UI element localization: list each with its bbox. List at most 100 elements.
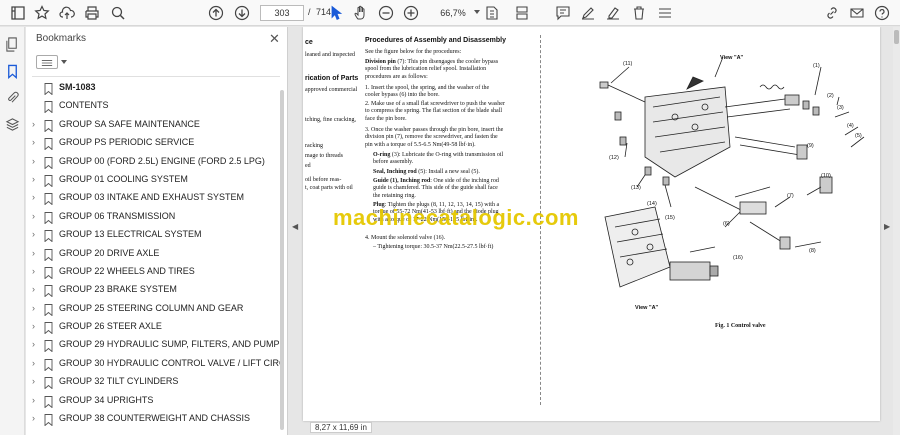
select-cursor-icon[interactable]: [326, 3, 346, 23]
chevron-right-icon[interactable]: ›: [32, 376, 35, 386]
comment-icon[interactable]: [553, 3, 573, 23]
seal-text: (5): Install a new seal (5).: [416, 169, 480, 175]
bookmark-panel-icon[interactable]: [5, 64, 21, 80]
zoom-in-icon[interactable]: [401, 3, 421, 23]
document-viewport[interactable]: ◀ ▶ ce leaned and inspected rication of …: [289, 27, 900, 435]
left-col-text: tching, fine cracking,: [305, 117, 356, 123]
left-col-text: oil before reas-: [305, 177, 342, 183]
chevron-right-icon[interactable]: ›: [32, 192, 35, 202]
chevron-down-icon[interactable]: [61, 60, 67, 64]
bookmark-icon: [44, 229, 53, 243]
chevron-right-icon[interactable]: ›: [32, 137, 35, 147]
chevron-right-icon[interactable]: ›: [32, 395, 35, 405]
chevron-right-icon[interactable]: ›: [32, 284, 35, 294]
pages-thumbnail-icon[interactable]: [5, 37, 21, 53]
bookmark-label: GROUP 26 STEER AXLE: [59, 321, 162, 332]
bookmark-item[interactable]: › GROUP 00 (FORD 2.5L) ENGINE (FORD 2.5 L…: [26, 153, 282, 171]
bookmark-label: GROUP 01 COOLING SYSTEM: [59, 173, 188, 184]
document-scrollbar[interactable]: [893, 27, 900, 435]
bookmark-icon: [44, 174, 53, 188]
bookmark-item[interactable]: › GROUP 32 TILT CYLINDERS: [26, 373, 282, 391]
callout: (2): [827, 93, 834, 99]
bookmark-item[interactable]: › GROUP 26 STEER AXLE: [26, 318, 282, 336]
pen-icon[interactable]: [578, 3, 598, 23]
chevron-right-icon[interactable]: ›: [32, 339, 35, 349]
list-options-icon: [41, 60, 53, 66]
bookmark-icon: [44, 395, 53, 409]
star-icon[interactable]: [32, 3, 52, 23]
email-icon[interactable]: [847, 3, 867, 23]
chevron-right-icon[interactable]: ›: [32, 413, 35, 423]
zoom-dropdown-icon[interactable]: [474, 10, 480, 14]
bookmark-item[interactable]: › GROUP 30 HYDRAULIC CONTROL VALVE / LIFT…: [26, 355, 282, 373]
layers-icon[interactable]: [5, 117, 21, 133]
callout: (7): [787, 193, 794, 199]
zoom-out-icon[interactable]: [376, 3, 396, 23]
document-page: ce leaned and inspected rication of Part…: [303, 27, 880, 421]
cloud-upload-icon[interactable]: [57, 3, 77, 23]
chevron-right-icon[interactable]: ›: [32, 248, 35, 258]
bookmark-item[interactable]: › GROUP 23 BRAKE SYSTEM: [26, 281, 282, 299]
home-icon[interactable]: [8, 3, 28, 23]
bookmark-item[interactable]: › GROUP 06 TRANSMISSION: [26, 208, 282, 226]
print-icon[interactable]: [82, 3, 102, 23]
zoom-search-icon[interactable]: [108, 3, 128, 23]
page-size-indicator: 8,27 x 11,69 in: [310, 422, 372, 433]
hand-tool-icon[interactable]: [351, 3, 371, 23]
link-icon[interactable]: [822, 3, 842, 23]
chevron-right-icon[interactable]: ›: [32, 358, 35, 368]
view-a-label: View "A": [635, 305, 659, 311]
chevron-right-icon[interactable]: ›: [32, 266, 35, 276]
chevron-right-icon[interactable]: ›: [32, 303, 35, 313]
page-fit-icon[interactable]: [482, 3, 502, 23]
chevron-right-icon[interactable]: ›: [32, 156, 35, 166]
bookmark-item[interactable]: › GROUP PS PERIODIC SERVICE: [26, 134, 282, 152]
left-col-heading: rication of Parts: [305, 75, 359, 82]
bookmark-item[interactable]: › GROUP 20 DRIVE AXLE: [26, 245, 282, 263]
chevron-right-icon[interactable]: ›: [32, 174, 35, 184]
attachment-icon[interactable]: [5, 90, 21, 106]
bookmark-label: GROUP 06 TRANSMISSION: [59, 210, 176, 221]
bookmark-item[interactable]: › GROUP SA SAFE MAINTENANCE: [26, 116, 282, 134]
callout: (6): [723, 221, 730, 227]
bookmark-icon: [44, 156, 53, 170]
more-icon[interactable]: [655, 3, 675, 23]
bookmark-item[interactable]: › GROUP 01 COOLING SYSTEM: [26, 171, 282, 189]
bookmark-item[interactable]: › GROUP 22 WHEELS AND TIRES: [26, 263, 282, 281]
bookmark-item[interactable]: › GROUP 03 INTAKE AND EXHAUST SYSTEM: [26, 189, 282, 207]
bookmarks-scrollbar[interactable]: [280, 90, 284, 430]
trash-icon[interactable]: [629, 3, 649, 23]
scroll-mode-icon[interactable]: [512, 3, 532, 23]
chevron-right-icon[interactable]: ›: [32, 321, 35, 331]
step-2: 2. Make use of a small flat screwdriver …: [365, 101, 505, 122]
page-number-input[interactable]: 303: [260, 5, 304, 21]
callout: (16): [733, 255, 743, 261]
page-up-icon[interactable]: [206, 3, 226, 23]
page-down-icon[interactable]: [232, 3, 252, 23]
section-heading: Procedures of Assembly and Disassembly: [365, 37, 506, 44]
bookmark-item[interactable]: CONTENTS: [26, 97, 282, 115]
help-icon[interactable]: [872, 3, 892, 23]
prev-page-arrow-icon[interactable]: ◀: [292, 222, 298, 231]
bookmark-item[interactable]: › GROUP 29 HYDRAULIC SUMP, FILTERS, AND P…: [26, 336, 282, 354]
next-page-arrow-icon[interactable]: ▶: [884, 222, 890, 231]
bookmark-item[interactable]: › GROUP 13 ELECTRICAL SYSTEM: [26, 226, 282, 244]
left-col-text: ed: [305, 163, 311, 169]
zoom-level[interactable]: 66,7%: [432, 5, 474, 21]
seal-note: Seal, Inching rod (5): Install a new sea…: [373, 169, 505, 176]
bookmark-item[interactable]: › GROUP 38 COUNTERWEIGHT AND CHASSIS: [26, 410, 282, 428]
close-panel-button[interactable]: ✕: [269, 31, 280, 47]
bookmark-item[interactable]: › GROUP 34 UPRIGHTS: [26, 392, 282, 410]
document-scroll-thumb[interactable]: [894, 30, 899, 44]
chevron-right-icon[interactable]: ›: [32, 211, 35, 221]
bookmark-icon: [44, 119, 53, 133]
callout: (10): [821, 173, 831, 179]
bookmarks-title: Bookmarks: [36, 33, 87, 44]
bookmark-options-button[interactable]: [36, 55, 58, 69]
chevron-right-icon[interactable]: ›: [32, 229, 35, 239]
bookmark-item[interactable]: SM-1083: [26, 79, 282, 97]
highlight-icon[interactable]: [603, 3, 623, 23]
bookmark-label: GROUP 34 UPRIGHTS: [59, 394, 154, 405]
bookmark-item[interactable]: › GROUP 25 STEERING COLUMN AND GEAR: [26, 300, 282, 318]
chevron-right-icon[interactable]: ›: [32, 119, 35, 129]
